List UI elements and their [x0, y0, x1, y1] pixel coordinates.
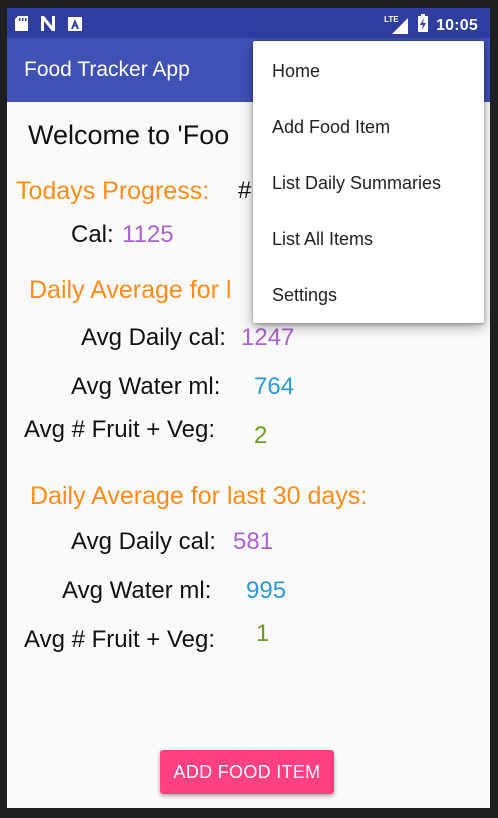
menu-item-home[interactable]: Home — [253, 43, 484, 99]
overflow-menu: Home Add Food Item List Daily Summaries … — [253, 41, 484, 323]
avg30-fruit-value: 1 — [256, 620, 270, 647]
avg7-fruit-value: 2 — [254, 422, 268, 449]
avg30-water-label: Avg Water ml: — [62, 577, 212, 604]
welcome-text: Welcome to 'Foo — [28, 120, 230, 150]
avg30-daily-cal-value: 581 — [233, 528, 274, 555]
avg7-water-value: 764 — [254, 373, 295, 400]
menu-item-list-all-items[interactable]: List All Items — [253, 211, 484, 267]
avg7-daily-cal-value: 1247 — [241, 324, 295, 351]
menu-item-settings[interactable]: Settings — [253, 267, 484, 323]
avg30-heading: Daily Average for last 30 days: — [30, 482, 368, 510]
status-time: 10:05 — [436, 16, 478, 34]
status-system-icons: LTE 10:05 — [384, 14, 478, 37]
avg30-water-value: 995 — [246, 577, 287, 604]
menu-item-list-daily-summaries[interactable]: List Daily Summaries — [253, 155, 484, 211]
today-cal-value: 1125 — [122, 221, 174, 248]
status-bar: LTE 10:05 — [7, 8, 490, 38]
a-notification-icon — [68, 16, 82, 36]
avg30-daily-cal-label: Avg Daily cal: — [71, 528, 216, 555]
avg30-fruit-label: Avg # Fruit + Veg: — [24, 626, 216, 653]
battery-charging-icon — [418, 14, 429, 37]
signal-icon: LTE — [384, 15, 410, 35]
avg7-daily-cal-label: Avg Daily cal: — [81, 324, 226, 351]
app-title: Food Tracker App — [24, 58, 190, 81]
todays-progress-extra: # — [238, 177, 252, 204]
avg7-water-label: Avg Water ml: — [71, 373, 221, 400]
todays-progress-heading: Todays Progress: — [16, 177, 210, 205]
today-cal-label: Cal: — [71, 221, 114, 248]
status-notifications — [15, 16, 82, 36]
menu-item-add-food-item[interactable]: Add Food Item — [253, 99, 484, 155]
avg7-fruit-label: Avg # Fruit + Veg: — [24, 416, 216, 443]
phone-screen: LTE 10:05 Food Tracker App Welcome to 'F… — [7, 8, 490, 808]
add-food-item-button[interactable]: ADD FOOD ITEM — [160, 750, 334, 794]
n-notification-icon — [40, 16, 56, 36]
avg7-heading: Daily Average for l — [29, 276, 232, 304]
sd-card-icon — [15, 16, 28, 36]
